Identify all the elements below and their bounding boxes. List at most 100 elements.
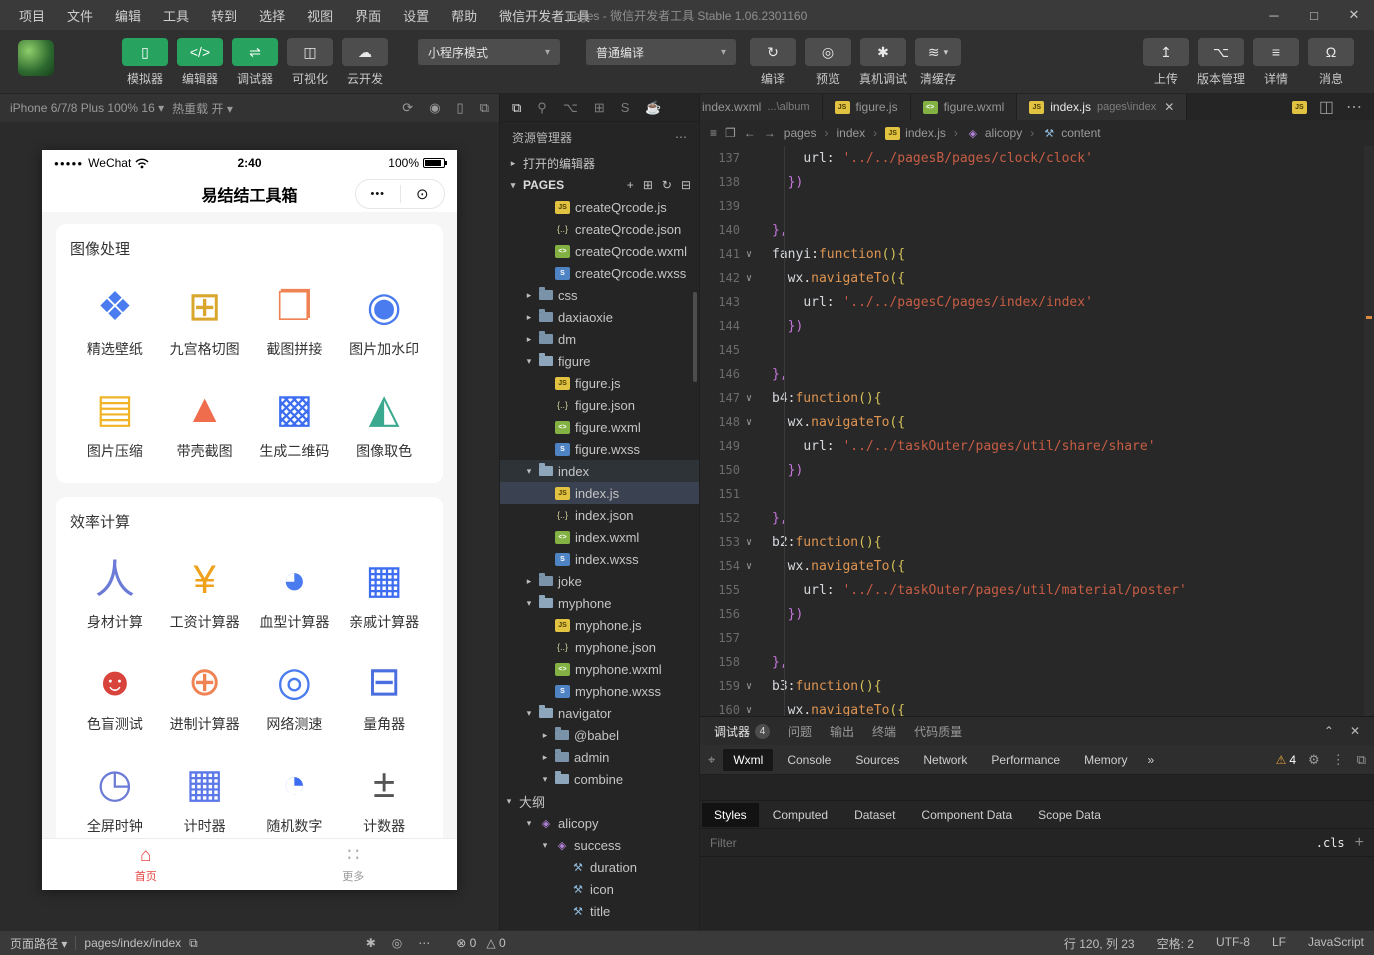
toolbar-button-compile-refresh-icon[interactable]: ↻编译	[748, 38, 798, 87]
menu-item[interactable]: 帮助	[442, 3, 486, 28]
refresh-icon[interactable]: ↻	[662, 178, 672, 192]
debugger-tab-调试器[interactable]: 调试器4	[714, 723, 770, 740]
color-blind-tool[interactable]: ☻色盲测试	[70, 658, 160, 734]
chevron-down-icon[interactable]: ▾	[524, 466, 534, 477]
tree-item[interactable]: ▸dm	[500, 328, 699, 350]
tree-item[interactable]: {..}myphone.json	[500, 636, 699, 658]
devtools-overflow-icon[interactable]: »	[1141, 753, 1160, 767]
files-icon[interactable]: ⧉	[512, 100, 521, 116]
device-frame-icon[interactable]: ▯	[457, 100, 464, 115]
add-style-icon[interactable]: +	[1355, 834, 1364, 852]
page-path-select[interactable]: 页面路径 ▾	[10, 935, 67, 952]
tree-item[interactable]: Sindex.wxss	[500, 548, 699, 570]
chevron-right-icon[interactable]: ▸	[524, 290, 534, 301]
error-count[interactable]: ⊗ 0	[456, 936, 476, 950]
stitch-screenshot-tool[interactable]: ❐截图拼接	[250, 283, 340, 359]
toolbar-button-visualize-layout-icon[interactable]: ◫可视化	[285, 38, 335, 87]
chevron-right-icon[interactable]: ▸	[524, 312, 534, 323]
debugger-tab-代码质量[interactable]: 代码质量	[914, 723, 962, 740]
blood-type-tool[interactable]: ◕血型计算器	[250, 556, 340, 632]
wallpaper-tool[interactable]: ❖精选壁纸	[70, 283, 160, 359]
bookmark-icon[interactable]: ❒	[725, 126, 736, 140]
devtools-tab-Memory[interactable]: Memory	[1074, 749, 1137, 771]
breadcrumb-item-pages[interactable]: pages	[784, 126, 817, 140]
tree-item[interactable]: ▸css	[500, 284, 699, 306]
chevron-right-icon[interactable]: ▸	[540, 752, 550, 763]
more-actions-icon[interactable]: ⋯	[675, 130, 687, 144]
fold-chevron-icon[interactable]: ∨	[740, 537, 758, 548]
watermark-drop-tool[interactable]: ◉图片加水印	[339, 283, 429, 359]
maximize-icon[interactable]: □	[1294, 0, 1334, 30]
menu-item[interactable]: 转到	[202, 3, 246, 28]
settings-gear-icon[interactable]: ⚙	[1308, 752, 1320, 768]
editor-tab-figure.wxml[interactable]: <>figure.wxml	[911, 94, 1018, 120]
breadcrumb-item-alicopy[interactable]: ◈alicopy	[966, 126, 1022, 140]
tree-item[interactable]: <>myphone.wxml	[500, 658, 699, 680]
fold-chevron-icon[interactable]: ∨	[740, 417, 758, 428]
status-item[interactable]: UTF-8	[1216, 935, 1250, 952]
stop-icon[interactable]: ◉	[429, 100, 440, 115]
tree-item[interactable]: JSmyphone.js	[500, 614, 699, 636]
toolbar-button-git-branch-icon[interactable]: ⌥版本管理	[1196, 38, 1246, 87]
chevron-down-icon[interactable]: ▾	[524, 356, 534, 367]
tree-item[interactable]: ⚒title	[500, 900, 699, 922]
tree-item[interactable]: JScreateQrcode.js	[500, 196, 699, 218]
menu-item[interactable]: 工具	[154, 3, 198, 28]
styles-tab-Computed[interactable]: Computed	[761, 803, 840, 827]
tree-item[interactable]: ▾figure	[500, 350, 699, 372]
kebab-menu-icon[interactable]: ⋮	[1332, 752, 1345, 768]
compress-image-tool[interactable]: ▤图片压缩	[70, 385, 160, 461]
new-file-icon[interactable]: +	[627, 178, 634, 192]
menu-item[interactable]: 项目	[10, 3, 54, 28]
tree-item[interactable]: ▸admin	[500, 746, 699, 768]
tree-item[interactable]: ▾◈alicopy	[500, 812, 699, 834]
pages-section-header[interactable]: ▾ PAGES +⊞↻⊟	[500, 174, 699, 196]
tree-item[interactable]: ▸@babel	[500, 724, 699, 746]
tree-item[interactable]: ▸daxiaoxie	[500, 306, 699, 328]
copy-icon[interactable]: ⧉	[189, 936, 198, 951]
tree-item[interactable]: {..}figure.json	[500, 394, 699, 416]
chevron-right-icon[interactable]: ▸	[540, 730, 550, 741]
debugger-tab-输出[interactable]: 输出	[830, 723, 854, 740]
editor-tab-index.wxml[interactable]: index.wxml...\album	[700, 94, 823, 120]
device-select[interactable]: iPhone 6/7/8 Plus 100% 16 ▾	[10, 101, 164, 115]
exit-record-icon[interactable]: ⊙	[401, 185, 445, 203]
code-editor[interactable]: 137 url: '../../pagesB/pages/clock/clock…	[700, 146, 1374, 716]
toolbar-button-debugger-sliders-icon[interactable]: ⇌调试器	[230, 38, 280, 87]
outline-section-header[interactable]: ▾大纲	[500, 790, 699, 812]
tree-item[interactable]: ⚒duration	[500, 856, 699, 878]
filter-input[interactable]	[710, 836, 1316, 850]
inspect-element-icon[interactable]: ⌖	[708, 752, 715, 768]
tree-item[interactable]: ▸joke	[500, 570, 699, 592]
menu-item[interactable]: 编辑	[106, 3, 150, 28]
search-icon[interactable]: ⚲	[537, 100, 547, 116]
styles-tab-Styles[interactable]: Styles	[702, 803, 759, 827]
status-item[interactable]: JavaScript	[1308, 935, 1364, 952]
editor-scrollbar[interactable]	[1364, 146, 1374, 716]
chevron-right-icon[interactable]: ▸	[524, 334, 534, 345]
devtools-tab-Console[interactable]: Console	[777, 749, 841, 771]
popout-icon[interactable]: ⧉	[1357, 752, 1366, 768]
qrcode-tool[interactable]: ▩生成二维码	[250, 385, 340, 461]
breadcrumb-item-content[interactable]: ⚒content	[1042, 126, 1100, 140]
menu-item[interactable]: 设置	[394, 3, 438, 28]
tree-item[interactable]: ScreateQrcode.wxss	[500, 262, 699, 284]
collapse-panel-icon[interactable]: ⌃	[1324, 724, 1334, 738]
grid-crop-tool[interactable]: ⊞九宫格切图	[160, 283, 250, 359]
git-branch-icon[interactable]: ⌥	[563, 100, 578, 116]
tabbar-item-home[interactable]: ⌂首页	[42, 839, 250, 890]
device-mockup-tool[interactable]: ▲带壳截图	[160, 385, 250, 461]
fold-chevron-icon[interactable]: ∨	[740, 393, 758, 404]
toolbar-button-upload-icon[interactable]: ↥上传	[1141, 38, 1191, 87]
minimize-icon[interactable]: ─	[1254, 0, 1294, 30]
toolbar-button-cloud-icon[interactable]: ☁云开发	[340, 38, 390, 87]
mode-select[interactable]: 小程序模式 ▾	[418, 39, 560, 65]
styles-tab-Scope Data[interactable]: Scope Data	[1026, 803, 1113, 827]
fullscreen-clock-tool[interactable]: ◷全屏时钟	[70, 760, 160, 836]
cls-button[interactable]: .cls	[1316, 836, 1345, 850]
color-picker-tool[interactable]: ◭图像取色	[339, 385, 429, 461]
devtools-tab-Network[interactable]: Network	[913, 749, 977, 771]
body-calc-tool[interactable]: 人身材计算	[70, 556, 160, 632]
status-item[interactable]: 空格: 2	[1157, 935, 1194, 952]
tree-item[interactable]: {..}index.json	[500, 504, 699, 526]
